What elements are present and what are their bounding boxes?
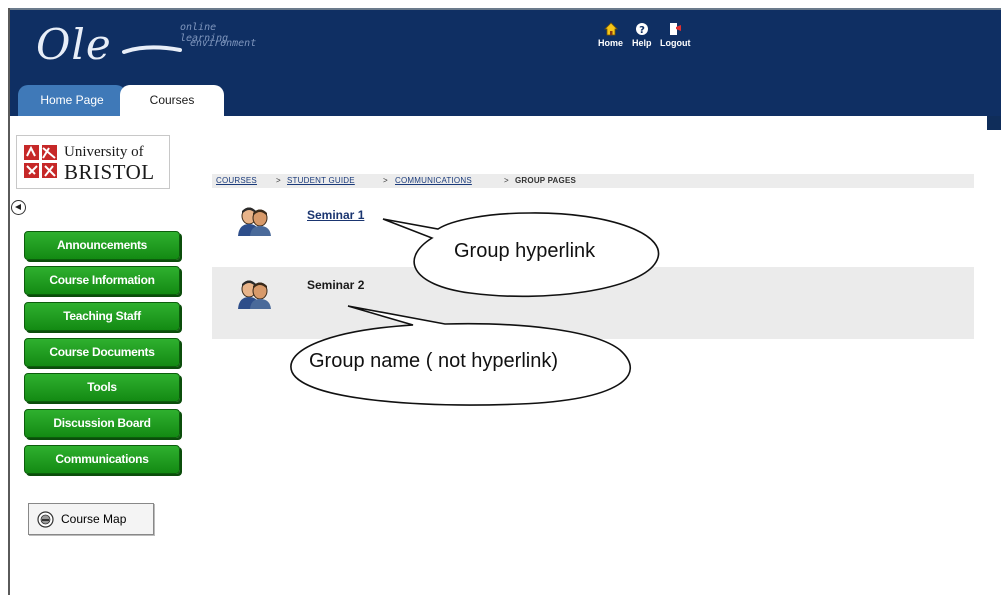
- callout-text-1: Group hyperlink: [454, 240, 596, 262]
- callout-bubbles: [290, 212, 660, 406]
- callout-text-2: Group name ( not hyperlink): [309, 350, 559, 372]
